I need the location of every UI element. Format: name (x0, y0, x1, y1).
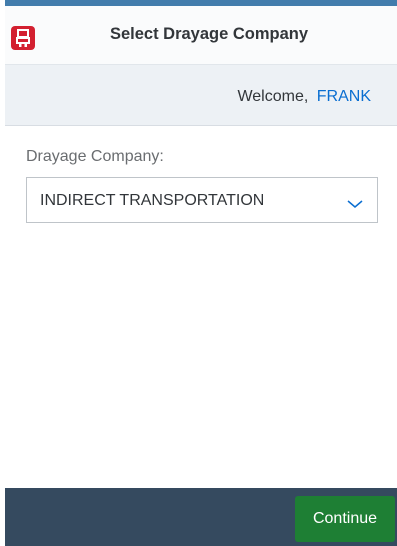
app-header: Select Drayage Company (5, 6, 397, 65)
chevron-down-icon (347, 196, 363, 214)
continue-button[interactable]: Continue (295, 496, 395, 542)
welcome-message: Welcome, FRANK (237, 88, 371, 106)
footer-toolbar: Continue (5, 488, 397, 546)
drayage-company-value: INDIRECT TRANSPORTATION (40, 192, 265, 209)
page-title: Select Drayage Company (109, 25, 309, 43)
welcome-bar: Welcome, FRANK (5, 65, 397, 126)
app-frame: Select Drayage Company Welcome, FRANK Dr… (5, 0, 397, 546)
user-name-link[interactable]: FRANK (317, 88, 371, 105)
drayage-company-label: Drayage Company: (26, 148, 164, 165)
main-content: Drayage Company: INDIRECT TRANSPORTATION (5, 126, 397, 488)
drayage-company-select[interactable]: INDIRECT TRANSPORTATION (26, 177, 378, 223)
welcome-label: Welcome, (237, 88, 309, 105)
